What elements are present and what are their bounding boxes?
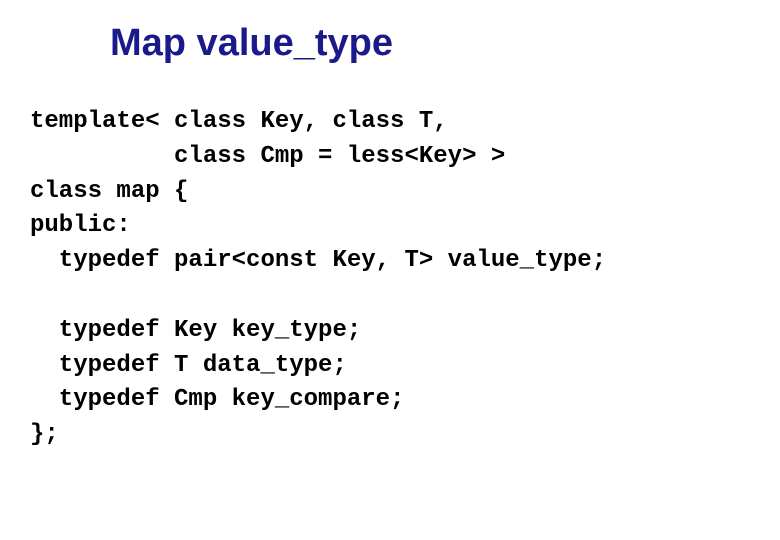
slide-title: Map value_type (110, 22, 393, 65)
code-block: template< class Key, class T, class Cmp … (30, 105, 606, 453)
slide: Map value_type template< class Key, clas… (0, 0, 780, 540)
